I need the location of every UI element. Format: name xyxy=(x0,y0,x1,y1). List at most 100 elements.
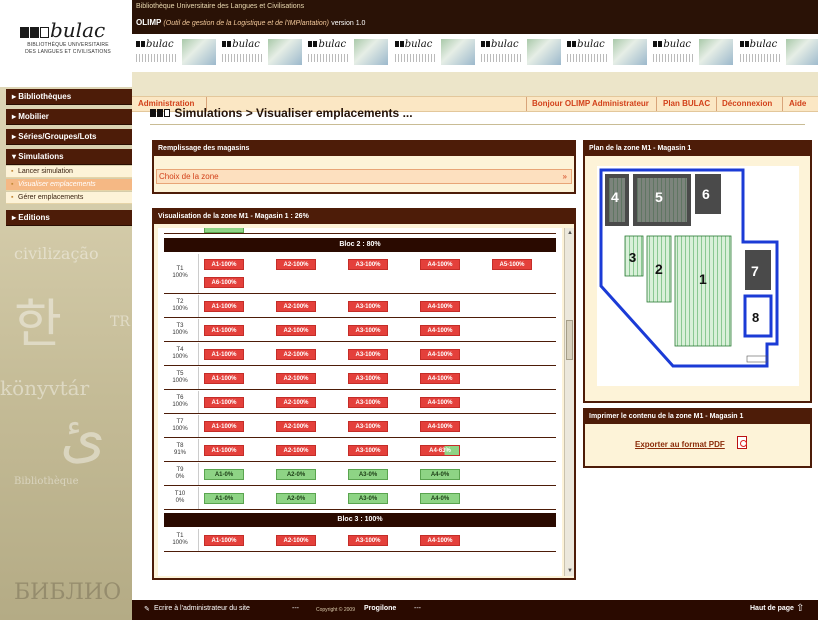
aisle-cell[interactable]: A2-100% xyxy=(276,535,316,546)
aisle-cell[interactable]: A2-100% xyxy=(276,397,316,408)
aisle-cell[interactable]: A4-0% xyxy=(420,493,460,504)
print-panel-title: Imprimer le contenu de la zone M1 - Maga… xyxy=(585,410,810,424)
aisle-cell[interactable]: A4-100% xyxy=(420,259,460,270)
aisle-cell[interactable]: A2-0% xyxy=(276,493,316,504)
aisle-cell[interactable]: A3-100% xyxy=(348,349,388,360)
table-row: T2 100% A1-100% A2-100% A3-100% A4-100% xyxy=(164,295,556,318)
institution-name: Bibliothèque Universitaire des Langues e… xyxy=(136,3,305,10)
sidebar-sub-label: Gérer emplacements xyxy=(18,194,84,201)
aisle-cell[interactable]: A4-100% xyxy=(420,349,460,360)
pdf-icon[interactable] xyxy=(737,436,747,449)
aisle-cell[interactable]: A3-100% xyxy=(348,397,388,408)
menu-separator xyxy=(716,97,717,111)
app-version: version 1.0 xyxy=(331,20,366,27)
aisle-cell[interactable]: A3-100% xyxy=(348,325,388,336)
aisle-cell[interactable]: A2-100% xyxy=(276,373,316,384)
menu-separator xyxy=(782,97,783,111)
aisle-cell[interactable]: A1-100% xyxy=(204,325,244,336)
aisle-cell[interactable]: A3-100% xyxy=(348,421,388,432)
sidebar-item-editions[interactable]: ▸ Editions xyxy=(6,210,132,226)
aisle-cell[interactable]: A4-63% xyxy=(420,445,460,456)
plan-zone-label: 7 xyxy=(751,263,759,279)
aisle-cell[interactable]: A3-100% xyxy=(348,259,388,270)
floor-plan[interactable]: 4 5 6 3 2 1 7 8 xyxy=(597,166,799,386)
logo[interactable]: bulac BIBLIOTHÈQUE UNIVERSITAIRE DES LAN… xyxy=(0,0,132,72)
aisle-cell[interactable]: A2-100% xyxy=(276,445,316,456)
plan-zone-label: 3 xyxy=(629,250,636,265)
zone-select[interactable]: Choix de la zone » xyxy=(156,169,572,184)
aisle-cell[interactable]: A6-100% xyxy=(204,277,244,288)
aisle-cell[interactable]: A1-100% xyxy=(204,349,244,360)
sidebar-item-label: Mobilier xyxy=(18,112,49,121)
aisle-cell[interactable]: A2-100% xyxy=(276,325,316,336)
aisle-cell[interactable]: A2-100% xyxy=(276,421,316,432)
aisle-cell[interactable]: A3-100% xyxy=(348,445,388,456)
row-label: T10 0% xyxy=(166,491,194,505)
aisle-cell[interactable]: A1-100% xyxy=(204,397,244,408)
row-id: T5 xyxy=(176,370,184,377)
aisle-cell[interactable]: A3-100% xyxy=(348,301,388,312)
menu-hello-user[interactable]: Bonjour OLIMP Administrateur xyxy=(532,99,649,108)
sidebar-item-label: Bibliothèques xyxy=(18,92,72,101)
sidebar-item-series[interactable]: ▸ Séries/Groupes/Lots xyxy=(6,129,132,145)
row-label: T4 100% xyxy=(166,347,194,361)
zone-grid[interactable]: Bloc 2 : 80% T1 100% A1-100% A2-100% A3-100% A… xyxy=(158,228,562,576)
aisle-cell[interactable]: A4-100% xyxy=(420,325,460,336)
sidebar-sub-lancer-simulation[interactable]: ▪ Lancer simulation xyxy=(6,166,132,178)
aisle-cell[interactable]: A4-100% xyxy=(420,301,460,312)
table-row: T4 100% A1-100% A2-100% A3-100% A4-100% xyxy=(164,343,556,366)
aisle-cell[interactable]: A2-100% xyxy=(276,349,316,360)
row-divider xyxy=(198,295,199,317)
scroll-down-icon[interactable]: ▼ xyxy=(567,568,573,574)
row-id: T1 xyxy=(176,532,184,539)
mail-icon[interactable]: ✎ xyxy=(144,605,150,613)
aisle-cell[interactable]: A2-0% xyxy=(276,469,316,480)
aisle-cell[interactable]: A1-0% xyxy=(204,493,244,504)
aisle-cell[interactable]: A1-100% xyxy=(204,535,244,546)
aisle-cell[interactable]: A4-100% xyxy=(420,421,460,432)
footer-contact-link[interactable]: Ecrire à l'administrateur du site xyxy=(154,605,250,612)
menu-plan-bulac[interactable]: Plan BULAC xyxy=(663,99,710,108)
aisle-cell[interactable]: A3-0% xyxy=(348,469,388,480)
sidebar-sub-label: Visualiser emplacements xyxy=(18,181,96,188)
up-arrow-icon[interactable]: ⇧ xyxy=(796,603,804,614)
aisle-cell[interactable]: A4-100% xyxy=(420,373,460,384)
aisle-cell[interactable]: A4-100% xyxy=(420,535,460,546)
row-percent: 0% xyxy=(175,473,185,480)
aisle-cell[interactable]: A2-100% xyxy=(276,259,316,270)
row-id: T8 xyxy=(176,442,184,449)
sidebar-item-mobilier[interactable]: ▸ Mobilier xyxy=(6,109,132,125)
sidebar-sub-gerer-emplacements[interactable]: ▪ Gérer emplacements xyxy=(6,192,132,204)
aisle-cell[interactable]: A1-100% xyxy=(204,421,244,432)
menu-aide[interactable]: Aide xyxy=(789,99,806,108)
row-divider xyxy=(198,254,199,293)
aisle-cell[interactable]: A3-100% xyxy=(348,535,388,546)
sidebar-item-simulations[interactable]: ▾ Simulations xyxy=(6,149,132,165)
sidebar-deco-word: Bibliothèque xyxy=(14,476,79,487)
aisle-cell[interactable]: A4-0% xyxy=(420,469,460,480)
scroll-up-icon[interactable]: ▲ xyxy=(567,230,573,236)
scroll-thumb[interactable] xyxy=(566,320,573,360)
table-row: T6 100% A1-100% A2-100% A3-100% A4-100% xyxy=(164,391,556,414)
vertical-scrollbar[interactable]: ▲ ▼ xyxy=(564,228,574,576)
export-pdf-link[interactable]: Exporter au format PDF xyxy=(635,440,725,449)
menu-deconnexion[interactable]: Déconnexion xyxy=(722,99,772,108)
sidebar-sub-visualiser-emplacements[interactable]: ▪ Visualiser emplacements xyxy=(6,179,132,191)
aisle-cell[interactable]: A5-100% xyxy=(492,259,532,270)
row-id: T9 xyxy=(176,466,184,473)
aisle-cell[interactable]: A1-100% xyxy=(204,301,244,312)
table-row: T1 100% A1-100% A2-100% A3-100% A4-100% A5-100… xyxy=(164,254,556,294)
back-to-top-link[interactable]: Haut de page xyxy=(750,605,794,612)
aisle-cell[interactable]: A3-100% xyxy=(348,373,388,384)
aisle-cell[interactable] xyxy=(204,228,244,233)
aisle-cell[interactable]: A1-100% xyxy=(204,259,244,270)
aisle-cell[interactable]: A4-100% xyxy=(420,397,460,408)
menu-separator xyxy=(526,97,527,111)
aisle-cell[interactable]: A2-100% xyxy=(276,301,316,312)
aisle-cell[interactable]: A1-100% xyxy=(204,445,244,456)
aisle-cell[interactable]: A1-100% xyxy=(204,373,244,384)
aisle-cell[interactable]: A1-0% xyxy=(204,469,244,480)
aisle-cell[interactable]: A3-0% xyxy=(348,493,388,504)
sidebar-item-bibliotheques[interactable]: ▸ Bibliothèques xyxy=(6,89,132,105)
banner-tile: bulac xyxy=(132,37,216,69)
